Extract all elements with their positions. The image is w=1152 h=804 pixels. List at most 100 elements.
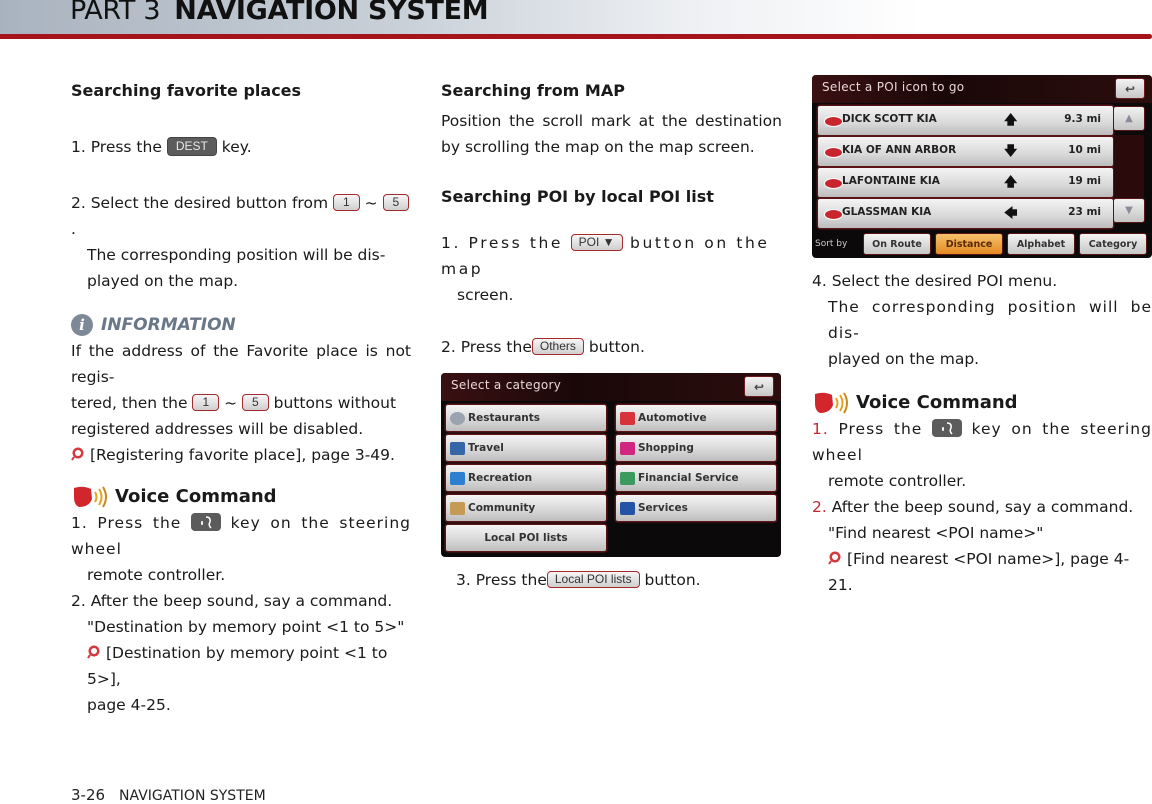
voice-key-icon xyxy=(190,513,221,531)
page-footer: 3-26 NAVIGATION SYSTEM xyxy=(71,786,266,804)
category-services[interactable]: Services xyxy=(616,495,776,521)
community-icon xyxy=(450,501,465,515)
memory-button-1: 1 xyxy=(192,393,220,411)
step-1: 1. Press the POI ▼ button on the map xyxy=(441,233,770,278)
direction-up-icon: 🡅 xyxy=(1004,113,1018,128)
direction-up-icon: 🡅 xyxy=(1004,175,1018,190)
step-2-line2: The corresponding position will be dis- xyxy=(87,246,386,264)
sort-alphabet-button[interactable]: Alphabet xyxy=(1008,234,1074,254)
memory-button-5: 5 xyxy=(382,193,410,211)
scroll-down-button[interactable]: ▼ xyxy=(1114,199,1144,222)
kia-logo-icon xyxy=(824,209,843,220)
page-number: 3-26 xyxy=(71,786,106,804)
information-heading: i INFORMATION xyxy=(71,312,411,338)
info-line-1: If the address of the Favorite place is … xyxy=(71,342,411,386)
step-4-line2: The corresponding position will be dis- xyxy=(828,298,1152,342)
memory-button-5: 5 xyxy=(242,393,269,411)
step-1: 1. Press the DEST key. xyxy=(71,136,252,156)
voice-command-heading: Voice Command xyxy=(812,390,1152,416)
memory-button-1: 1 xyxy=(332,193,360,211)
info-icon: i xyxy=(71,314,93,336)
voice-key-icon xyxy=(931,419,962,437)
voice-step-1: 1. Press the key on the steering wheel xyxy=(71,513,411,558)
screen-title-bar: Select a category xyxy=(441,373,781,401)
info-reference[interactable]: [Registering favorite place], page 3-49. xyxy=(71,442,411,468)
column-1: Searching favorite places 1. Press the D… xyxy=(71,78,411,718)
voice-reference-page: page 4-25. xyxy=(87,696,171,714)
step-2-line3: played on the map. xyxy=(87,272,239,290)
heading-favorite-places: Searching favorite places xyxy=(71,81,302,100)
category-screen: Select a category ↩ Restaurants Automoti… xyxy=(441,373,781,557)
scroll-up-button[interactable]: ▲ xyxy=(1114,107,1144,130)
category-recreation[interactable]: Recreation xyxy=(446,465,606,491)
step-1-line2: screen. xyxy=(457,286,514,304)
screen-title-bar: Select a POI icon to go xyxy=(812,75,1152,103)
sort-by-label: Sort by xyxy=(815,239,848,249)
poi-button: POI ▼ xyxy=(570,233,623,251)
local-poi-lists-key: Local POI lists xyxy=(546,570,640,588)
category-financial-service[interactable]: Financial Service xyxy=(616,465,776,491)
sort-category-button[interactable]: Category xyxy=(1080,234,1146,254)
direction-down-icon: 🡇 xyxy=(1004,144,1018,159)
voice-reference[interactable]: [Find nearest <POI name>], page 4-21. xyxy=(812,546,1152,598)
poi-list-screen: Select a POI icon to go ↩ DICK SCOTT KIA… xyxy=(812,75,1152,258)
dest-key: DEST xyxy=(166,136,217,156)
info-line-3: registered addresses will be disabled. xyxy=(71,420,364,438)
local-poi-lists-button[interactable]: Local POI lists xyxy=(446,525,606,551)
page-reference-icon xyxy=(828,551,841,565)
services-icon xyxy=(620,501,635,515)
car-icon xyxy=(620,411,635,425)
voice-step-2: 2. After the beep sound, say a command. xyxy=(812,498,1134,516)
sort-distance-button[interactable]: Distance xyxy=(936,234,1002,254)
shopping-icon xyxy=(620,441,635,455)
voice-step-2: 2. After the beep sound, say a command. xyxy=(71,592,393,610)
category-shopping[interactable]: Shopping xyxy=(616,435,776,461)
map-search-description: Position the scroll mark at the destinat… xyxy=(441,112,782,156)
voice-step-1-line2: remote controller. xyxy=(828,472,967,490)
voice-command-icon xyxy=(812,391,852,415)
voice-command-quote: "Destination by memory point <1 to 5>" xyxy=(87,618,405,636)
financial-icon xyxy=(620,471,635,485)
step-4-line3: played on the map. xyxy=(828,350,980,368)
part-label: PART 3 xyxy=(70,0,161,26)
voice-command-heading: Voice Command xyxy=(71,484,411,510)
travel-icon xyxy=(450,441,465,455)
kia-logo-icon xyxy=(824,147,843,158)
poi-row[interactable]: DICK SCOTT KIA 🡅 9.3 mi xyxy=(818,106,1113,135)
poi-row[interactable]: KIA OF ANN ARBOR 🡇 10 mi xyxy=(818,137,1113,166)
scrollbar-track[interactable] xyxy=(1114,135,1144,205)
poi-row[interactable]: LAFONTAINE KIA 🡅 19 mi xyxy=(818,168,1113,197)
category-travel[interactable]: Travel xyxy=(446,435,606,461)
step-3: 3. Press the Local POI lists button. xyxy=(456,570,701,589)
recreation-icon xyxy=(450,471,465,485)
sort-on-route-button[interactable]: On Route xyxy=(864,234,930,254)
voice-step-1-line2: remote controller. xyxy=(87,566,226,584)
back-button[interactable]: ↩ xyxy=(1116,79,1144,98)
voice-command-quote: "Find nearest <POI name>" xyxy=(828,524,1044,542)
category-community[interactable]: Community xyxy=(446,495,606,521)
page-reference-icon xyxy=(87,645,100,659)
category-automotive[interactable]: Automotive xyxy=(616,405,776,431)
kia-logo-icon xyxy=(824,178,843,189)
section-title: NAVIGATION SYSTEM xyxy=(174,0,489,26)
voice-reference[interactable]: [Destination by memory point <1 to 5>], xyxy=(71,640,411,692)
info-line-2: tered, then the 1 ~ 5 buttons without xyxy=(71,393,397,412)
heading-searching-poi: Searching POI by local POI list xyxy=(441,187,714,206)
voice-step-1: 1. Press the key on the steering wheel xyxy=(812,419,1152,464)
direction-upleft-icon: 🡄 xyxy=(1004,206,1018,221)
back-button[interactable]: ↩ xyxy=(745,377,773,396)
heading-searching-from-map: Searching from MAP xyxy=(441,81,625,100)
header-divider xyxy=(0,34,1152,39)
column-3: 4. Select the desired POI menu. The corr… xyxy=(812,268,1152,598)
category-restaurants[interactable]: Restaurants xyxy=(446,405,606,431)
page-reference-icon xyxy=(71,447,84,461)
voice-command-icon xyxy=(71,485,111,509)
column-2: Searching from MAP Position the scroll m… xyxy=(441,78,782,360)
poi-row[interactable]: GLASSMAN KIA 🡄 23 mi xyxy=(818,199,1113,228)
others-button: Others xyxy=(531,337,584,355)
step-2: 2. Select the desired button from 1 ~ 5 … xyxy=(71,190,411,242)
footer-section: NAVIGATION SYSTEM xyxy=(119,788,266,804)
page-title: PART 3 NAVIGATION SYSTEM xyxy=(70,0,489,26)
step-2: 2. Press the Others button. xyxy=(441,337,645,356)
restaurants-icon xyxy=(450,411,465,425)
